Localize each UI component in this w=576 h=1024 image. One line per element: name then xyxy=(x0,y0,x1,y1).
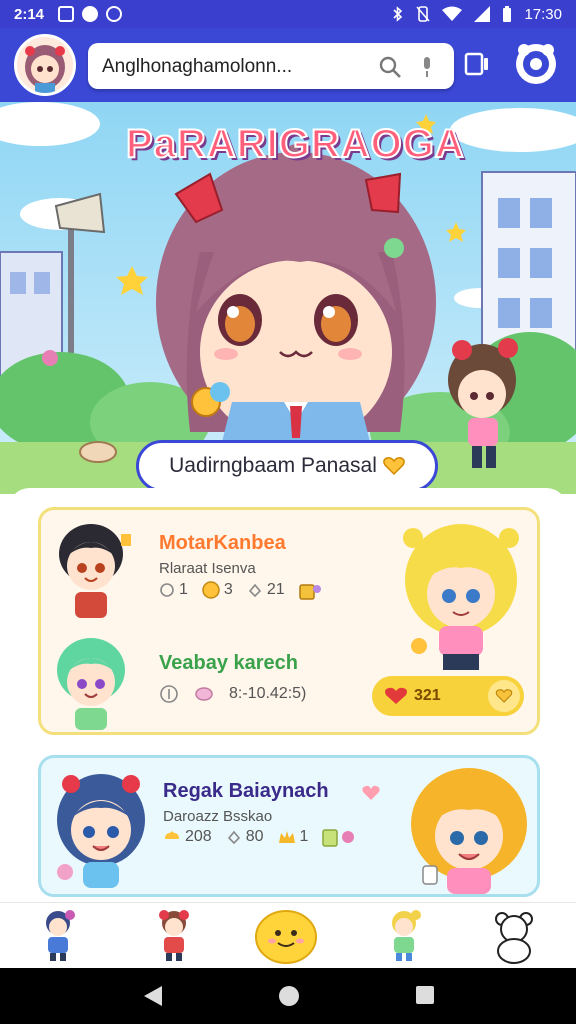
coin-icon xyxy=(202,581,220,599)
system-nav-bar xyxy=(0,968,576,1024)
bag-icon xyxy=(159,582,175,598)
status-time: 2:14 xyxy=(14,5,45,23)
rating-button[interactable]: 321 xyxy=(372,676,524,716)
card-title: MotarKanbea xyxy=(159,532,286,554)
stat-value: 1 xyxy=(299,828,309,845)
back-icon[interactable] xyxy=(142,984,164,1008)
hero-title: PaRARIGRAOGA xyxy=(125,121,465,167)
heart-icon xyxy=(384,686,408,706)
signal-icon xyxy=(474,6,491,22)
mascot-icon xyxy=(255,910,317,964)
app-icon xyxy=(106,6,123,22)
stat-item: 1 xyxy=(159,581,188,599)
info-icon xyxy=(159,684,179,704)
bluetooth-icon xyxy=(392,6,404,22)
character-card[interactable]: Regak Baiaynach Daroazz Bsskao 208 80 1 xyxy=(38,755,540,897)
mic-icon[interactable] xyxy=(418,55,436,79)
sparkle-icon xyxy=(226,829,242,845)
stat-item: 3 xyxy=(202,581,233,599)
recents-icon[interactable] xyxy=(414,984,436,1006)
bear-outline-icon xyxy=(495,912,533,964)
stat-item: 80 xyxy=(226,828,264,846)
battery-icon xyxy=(502,6,512,22)
rating-value: 321 xyxy=(414,687,441,704)
stat-item: 1 xyxy=(278,828,309,846)
hand-icon xyxy=(163,829,181,845)
card-title: Regak Baiaynach xyxy=(163,780,329,802)
character-avatar xyxy=(59,524,131,618)
chibi-icon xyxy=(46,910,75,961)
vibrate-icon xyxy=(416,6,431,22)
search-bar[interactable] xyxy=(88,43,454,91)
stat-value: 1 xyxy=(179,581,188,598)
avatar[interactable] xyxy=(14,34,76,96)
card-stats: 1 3 21 xyxy=(159,580,321,600)
brand-logo-icon[interactable] xyxy=(514,42,558,86)
stat-value: 3 xyxy=(223,581,233,598)
nav-item-home[interactable] xyxy=(252,903,322,969)
character-name-pill[interactable]: Uadirngbaam Panasal xyxy=(136,440,438,492)
gift-icon xyxy=(298,580,321,600)
heart-icon xyxy=(383,456,405,476)
app-bar xyxy=(0,28,576,102)
gift-icon xyxy=(322,826,356,848)
card-title: Veabay karech xyxy=(159,652,298,674)
hand-icon xyxy=(247,582,263,598)
bottom-nav xyxy=(0,902,576,969)
nav-item-character-3[interactable] xyxy=(370,903,440,969)
search-input[interactable] xyxy=(100,43,374,91)
stat-item: 208 xyxy=(163,828,212,846)
nav-item-profile[interactable] xyxy=(480,903,550,969)
home-icon[interactable] xyxy=(277,984,301,1008)
crown-icon xyxy=(278,829,296,845)
character-avatar xyxy=(403,524,519,670)
stat-value: 208 xyxy=(185,828,212,845)
record-icon xyxy=(82,6,99,22)
search-icon[interactable] xyxy=(378,55,402,79)
stat-value: 80 xyxy=(245,828,264,845)
notification-icon xyxy=(58,6,75,22)
character-avatar xyxy=(57,638,125,730)
card-stats: 8:-10.42:5) xyxy=(159,684,306,704)
heart-icon xyxy=(361,784,381,802)
character-name: Uadirngbaam Panasal xyxy=(169,454,377,477)
chibi-icon xyxy=(159,910,189,961)
stat-item: 21 xyxy=(247,581,285,599)
nav-item-character-2[interactable] xyxy=(140,903,210,969)
character-avatar xyxy=(411,768,527,894)
character-avatar xyxy=(57,774,145,888)
wifi-icon xyxy=(442,6,463,22)
chibi-icon xyxy=(392,910,421,961)
card-stats: 208 80 1 xyxy=(163,826,356,848)
favorite-button[interactable] xyxy=(488,680,520,712)
card-subtitle: Daroazz Bsskao xyxy=(163,808,273,825)
hero-banner: PaRARIGRAOGA Uadirngbaam Panasal xyxy=(0,102,576,494)
card-subtitle: Rlaraat Isenva xyxy=(159,560,256,577)
status-clock: 17:30 xyxy=(524,5,562,23)
stat-text: 8:-10.42:5) xyxy=(229,685,307,702)
stat-value: 21 xyxy=(266,581,285,598)
status-bar: 2:14 17:30 xyxy=(0,0,576,28)
nav-item-character-1[interactable] xyxy=(24,903,94,969)
tabs-icon[interactable] xyxy=(464,50,490,78)
candy-icon xyxy=(193,685,215,703)
